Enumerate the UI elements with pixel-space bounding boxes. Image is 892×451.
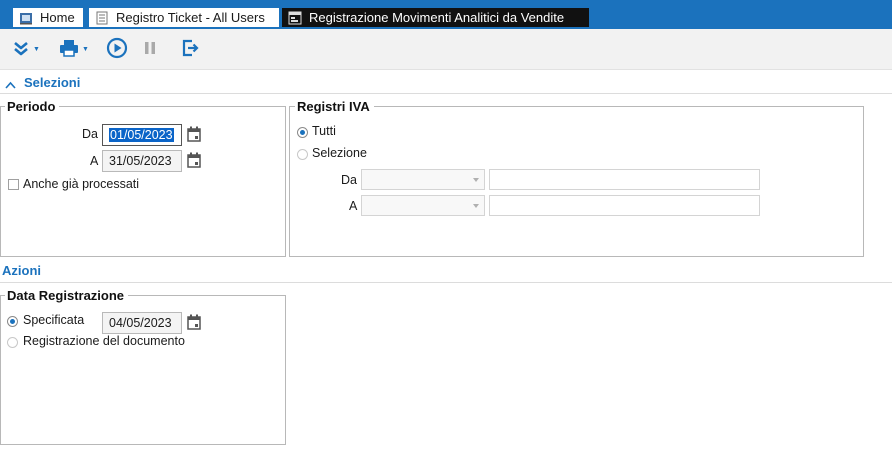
tab-bar: Home Registro Ticket - All Users Registr… (0, 0, 892, 29)
expand-double-chevron-icon (12, 39, 30, 60)
print-icon (59, 39, 79, 60)
tab-registro-ticket-label: Registro Ticket - All Users (116, 10, 265, 25)
tab-registrazione-movimenti[interactable]: Registrazione Movimenti Analitici da Ven… (282, 8, 589, 27)
registri-a-select[interactable] (361, 195, 485, 216)
specificata-date-input[interactable]: 04/05/2023 (102, 312, 182, 334)
chevron-down-icon: ▼ (82, 46, 89, 53)
play-icon (106, 37, 128, 62)
registrazione-documento-radio[interactable] (7, 337, 18, 348)
periodo-da-input[interactable]: 01/05/2023 (102, 124, 182, 146)
anche-processati-checkbox[interactable] (8, 179, 19, 190)
document-list-icon (95, 11, 109, 25)
specificata-label: Specificata (23, 313, 85, 327)
calendar-icon[interactable] (187, 152, 201, 168)
registri-da-select[interactable] (361, 169, 485, 190)
periodo-a-value: 31/05/2023 (109, 154, 172, 168)
tab-registrazione-movimenti-label: Registrazione Movimenti Analitici da Ven… (309, 10, 565, 25)
periodo-da-label: Da (82, 127, 98, 141)
registrazione-documento-label: Registrazione del documento (23, 334, 185, 348)
run-button[interactable] (103, 36, 131, 63)
chevron-down-icon (473, 178, 479, 182)
periodo-group: Periodo Da 01/05/2023 A 31/05/2023 Anche… (0, 99, 286, 257)
calendar-icon[interactable] (187, 126, 201, 142)
registri-a-description-field[interactable] (489, 195, 760, 216)
chevron-down-icon: ▼ (33, 46, 40, 53)
chevron-up-icon (5, 78, 16, 92)
form-window-icon (288, 11, 302, 25)
pause-icon (142, 40, 158, 59)
specificata-radio[interactable] (7, 316, 18, 327)
registri-tutti-label: Tutti (312, 124, 336, 138)
chevron-down-icon (473, 204, 479, 208)
home-icon (19, 11, 33, 25)
expand-dropdown-button[interactable]: ▼ (4, 36, 48, 63)
exit-icon (180, 38, 200, 61)
calendar-icon[interactable] (187, 314, 201, 330)
registri-selezione-label: Selezione (312, 146, 367, 160)
azioni-divider (0, 282, 892, 283)
registri-tutti-radio[interactable] (297, 127, 308, 138)
pause-button[interactable] (136, 36, 164, 63)
periodo-a-label: A (90, 154, 99, 168)
exit-button[interactable] (174, 36, 206, 63)
tab-home-label: Home (40, 10, 75, 25)
registri-iva-group: Registri IVA Tutti Selezione Da A (289, 99, 864, 257)
registri-da-label: Da (341, 173, 357, 187)
registri-a-label: A (349, 199, 358, 213)
registri-selezione-radio[interactable] (297, 149, 308, 160)
selezioni-collapse-toggle[interactable]: Selezioni (5, 75, 115, 91)
periodo-da-value: 01/05/2023 (109, 128, 174, 142)
periodo-legend: Periodo (5, 99, 60, 114)
registri-iva-legend: Registri IVA (295, 99, 374, 114)
toolbar: ▼ ▼ (0, 29, 892, 70)
selezioni-divider (0, 93, 892, 94)
azioni-title: Azioni (2, 263, 41, 278)
tab-home[interactable]: Home (13, 8, 83, 27)
data-registrazione-group: Data Registrazione Specificata 04/05/202… (0, 288, 286, 445)
print-dropdown-button[interactable]: ▼ (52, 36, 96, 63)
selezioni-title: Selezioni (24, 75, 81, 90)
anche-processati-label: Anche già processati (23, 177, 140, 191)
specificata-date-value: 04/05/2023 (109, 316, 172, 330)
registri-da-description-field[interactable] (489, 169, 760, 190)
data-registrazione-legend: Data Registrazione (5, 288, 129, 303)
periodo-a-input[interactable]: 31/05/2023 (102, 150, 182, 172)
tab-registro-ticket[interactable]: Registro Ticket - All Users (89, 8, 279, 27)
